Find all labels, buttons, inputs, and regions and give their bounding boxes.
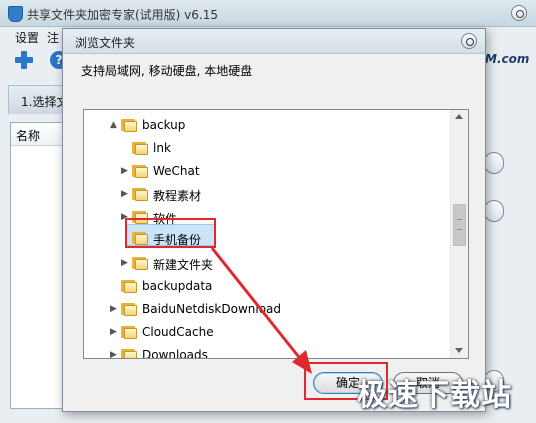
dialog-titlebar: 浏览文件夹 [63,29,485,54]
tree-item-label: lnk [153,141,171,155]
brand-text: M.com [485,52,530,66]
add-icon[interactable] [14,50,34,70]
tree-item-baidu[interactable]: ▶ BaiduNetdiskDownload [84,299,450,321]
dialog-title: 浏览文件夹 [75,36,136,50]
tree-item-cloudcache[interactable]: ▶ CloudCache [84,322,450,344]
tree-scrollbar[interactable] [450,110,468,358]
tree-expander-icon[interactable]: ▶ [110,326,120,338]
tree-item-label: Downloads [142,348,208,359]
dialog-description: 支持局域网, 移动硬盘, 本地硬盘 [81,64,253,78]
main-close-icon[interactable] [511,5,527,21]
folder-icon [132,141,148,155]
scroll-up-icon[interactable] [455,114,463,119]
tree-item-label: backupdata [142,279,213,293]
folder-icon [132,256,148,270]
tree-item-label: WeChat [153,164,200,178]
tree-item-backup[interactable]: ▲ backup [84,115,450,137]
folder-icon [121,279,137,293]
side-button-1[interactable] [484,152,504,174]
tree-expander-icon[interactable]: ▲ [110,119,120,131]
annotation-box-folder [125,218,216,248]
tree-item-new-folder[interactable]: ▶ 新建文件夹 [84,253,450,275]
tree-item-label: 新建文件夹 [153,258,214,272]
folder-icon [121,325,137,339]
folder-icon [121,118,137,132]
side-button-2[interactable] [484,200,504,222]
folder-icon [121,302,137,316]
main-titlebar: 共享文件夹加密专家(试用版) v6.15 [0,0,536,27]
watermark-text: 极速下载站 [357,378,512,413]
list-header-name[interactable]: 名称 [16,127,40,144]
app-shield-icon [8,6,23,22]
tree-item-wechat[interactable]: ▶ WeChat [84,161,450,183]
tree-expander-icon[interactable]: ▶ [121,165,131,177]
tree-expander-icon[interactable]: ▶ [121,257,131,269]
menu-settings[interactable]: 设置 [15,29,39,46]
tree-item-lnk[interactable]: lnk [84,138,450,160]
tree-expander-icon[interactable]: ▶ [110,349,120,358]
main-title: 共享文件夹加密专家(试用版) v6.15 [27,8,218,22]
tree-item-tutorial[interactable]: ▶ 教程素材 [84,184,450,206]
tree-item-label: CloudCache [142,325,214,339]
tree-item-label: BaiduNetdiskDownload [142,302,282,316]
scroll-down-icon[interactable] [455,348,463,353]
tree-item-label: backup [142,118,186,132]
tree-item-backupdata[interactable]: backupdata [84,276,450,298]
tree-expander-icon[interactable]: ▶ [121,188,131,200]
tree-expander-icon[interactable]: ▶ [110,303,120,315]
folder-icon [132,187,148,201]
tree-item-label: 教程素材 [153,189,202,203]
tree-item-downloads[interactable]: ▶ Downloads [84,345,450,359]
menu-register[interactable]: 注 [47,29,59,46]
folder-icon [132,164,148,178]
dialog-close-icon[interactable] [461,33,477,49]
scroll-thumb[interactable] [453,204,466,246]
folder-icon [121,348,137,358]
